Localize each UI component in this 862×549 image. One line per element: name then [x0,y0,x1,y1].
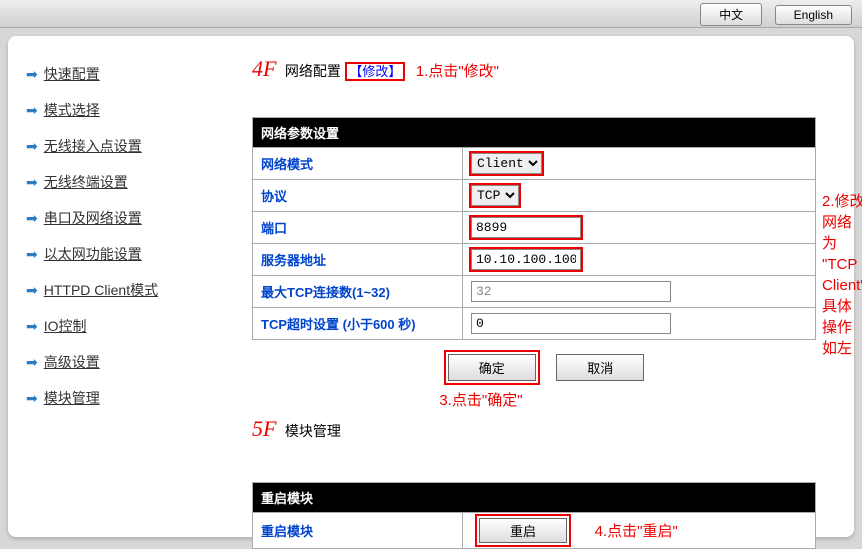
server-input[interactable] [471,249,581,270]
step-5f-marker: 5F [252,416,276,441]
restart-button[interactable]: 重启 [479,518,567,543]
sidebar: ➡ 快速配置 ➡ 模式选择 ➡ 无线接入点设置 ➡ 无线终端设置 ➡ 串口及网络设置 ➡ 以… [22,56,202,527]
arrow-icon: ➡ [26,390,38,407]
step-4f-marker: 4F [252,56,276,81]
arrow-icon: ➡ [26,282,38,299]
arrow-icon: ➡ [26,174,38,191]
arrow-icon: ➡ [26,354,38,371]
network-mode-select[interactable]: Client [471,153,542,174]
label-mode: 网络模式 [253,148,463,180]
restart-label: 重启模块 [253,513,463,549]
annotation-4: 4.点击"重启" [595,523,678,540]
restart-header: 重启模块 [253,483,816,513]
sidebar-item-quick[interactable]: 快速配置 [44,64,100,84]
lang-cn-button[interactable]: 中文 [700,3,762,26]
label-timeout: TCP超时设置 (小于600 秒) [253,308,463,340]
timeout-input[interactable] [471,313,671,334]
sidebar-item-sta[interactable]: 无线终端设置 [44,172,128,192]
protocol-select[interactable]: TCP [471,185,519,206]
lang-en-button[interactable]: English [775,5,852,25]
sidebar-item-io[interactable]: IO控制 [44,316,87,336]
table-header: 网络参数设置 [253,118,816,148]
arrow-icon: ➡ [26,210,38,227]
ok-button[interactable]: 确定 [448,354,536,381]
arrow-icon: ➡ [26,102,38,119]
modify-link[interactable]: 【修改】 [345,62,405,81]
sidebar-item-httpd[interactable]: HTTPD Client模式 [44,280,158,300]
section-title: 网络配置 [285,63,341,79]
port-input[interactable] [471,217,581,238]
sidebar-item-serial[interactable]: 串口及网络设置 [44,208,142,228]
label-server: 服务器地址 [253,244,463,276]
sidebar-item-module[interactable]: 模块管理 [44,388,100,408]
arrow-icon: ➡ [26,138,38,155]
annotation-3: 3.点击"确定" [122,389,840,410]
maxtcp-input [471,281,671,302]
annotation-2: 2.修改网络为 "TCP Client" 具体操作如左 [822,191,862,359]
restart-table: 重启模块 重启模块 重启 4.点击"重启" [252,482,816,549]
label-port: 端口 [253,212,463,244]
annotation-1: 1.点击"修改" [416,63,499,80]
sidebar-item-mode[interactable]: 模式选择 [44,100,100,120]
sidebar-item-eth[interactable]: 以太网功能设置 [44,244,142,264]
label-protocol: 协议 [253,180,463,212]
cancel-button[interactable]: 取消 [556,354,644,381]
arrow-icon: ➡ [26,318,38,335]
sidebar-item-adv[interactable]: 高级设置 [44,352,100,372]
label-maxtcp: 最大TCP连接数(1~32) [253,276,463,308]
arrow-icon: ➡ [26,66,38,83]
arrow-icon: ➡ [26,246,38,263]
section5-title: 模块管理 [285,423,341,439]
sidebar-item-ap[interactable]: 无线接入点设置 [44,136,142,156]
network-params-table: 网络参数设置 网络模式 Client 协议 TCP 端口 服务器地址 [252,117,816,340]
